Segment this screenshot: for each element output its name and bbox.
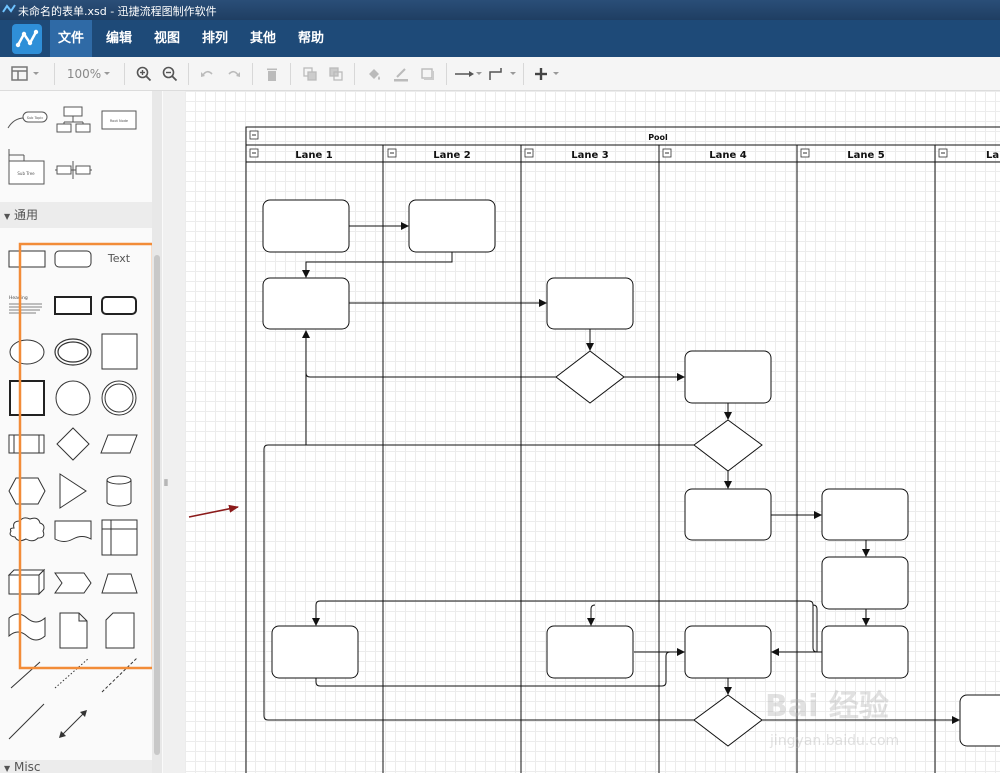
lane-label: Lane 2 bbox=[433, 150, 471, 161]
process-node bbox=[546, 625, 634, 679]
process-node bbox=[262, 199, 350, 253]
watermark: Bai 经验 jingyan.baidu.com bbox=[765, 689, 899, 749]
watermark-text: Bai 经验 bbox=[765, 689, 889, 724]
watermark-url: jingyan.baidu.com bbox=[769, 733, 899, 749]
process-node bbox=[821, 625, 909, 679]
lane-label: La bbox=[986, 150, 999, 161]
pool-label: Pool bbox=[648, 133, 668, 142]
process-node bbox=[821, 556, 909, 610]
lane-label: Lane 3 bbox=[571, 150, 609, 161]
diagram-overlay: Pool Lane 1 Lane 2 Lane 3 Lane 4 Lane 5 … bbox=[188, 126, 1000, 773]
process-node bbox=[684, 350, 772, 404]
process-node bbox=[821, 488, 909, 541]
process-node bbox=[959, 694, 1000, 747]
lane-label: Lane 5 bbox=[847, 150, 885, 161]
process-node bbox=[271, 625, 359, 679]
process-node bbox=[262, 277, 350, 330]
process-node bbox=[684, 625, 772, 679]
lane-label: Lane 1 bbox=[295, 150, 333, 161]
lane-label: Lane 4 bbox=[709, 150, 747, 161]
pointer-arrow-icon bbox=[188, 504, 239, 518]
process-node bbox=[408, 199, 496, 253]
process-node bbox=[684, 488, 772, 541]
process-node bbox=[546, 277, 634, 330]
